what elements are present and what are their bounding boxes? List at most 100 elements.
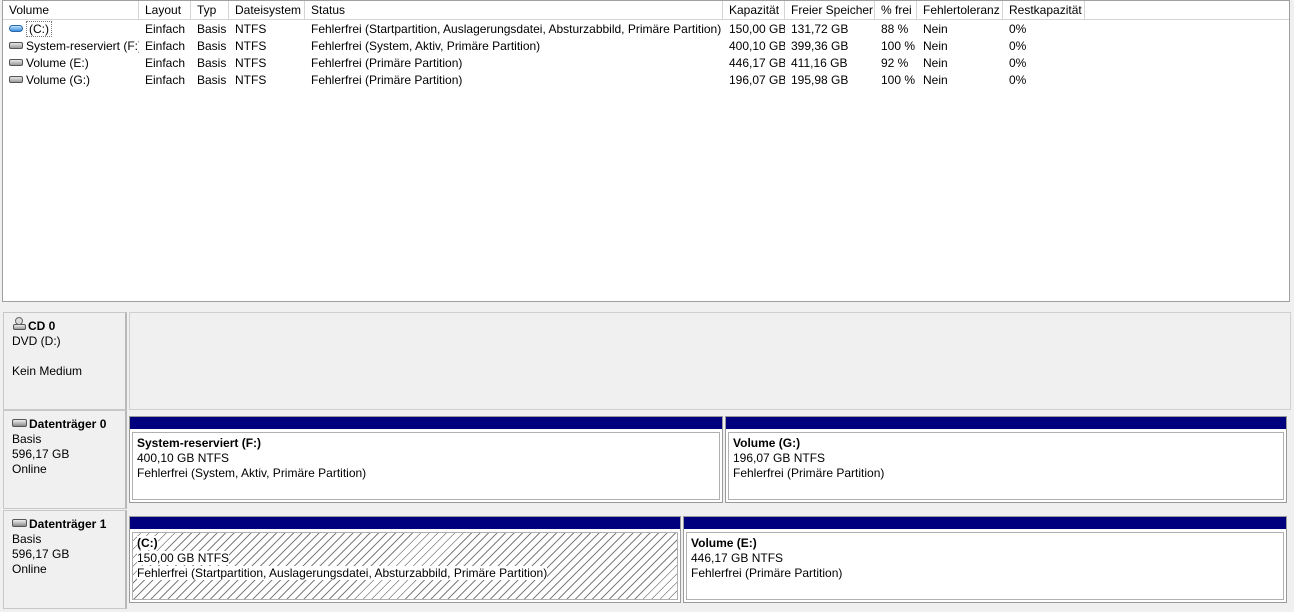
system-volume-icon [9,25,23,33]
partition-status: Fehlerfrei (Startpartition, Auslagerungs… [137,566,548,580]
cell-layout: Einfach [145,56,186,70]
column-header-row: Volume Layout Typ Dateisystem Status Kap… [3,1,1289,20]
disk-label-cd0[interactable]: CD 0 DVD (D:) Kein Medium [3,312,127,410]
cell-dateisystem: NTFS [235,73,267,87]
partition-name: (C:) [137,536,158,550]
partition-system-reserviert-f[interactable]: System-reserviert (F:) 400,10 GB NTFS Fe… [129,416,723,503]
disk-info-line: Basis [12,532,42,546]
cell-prozent-frei: 88 % [881,22,909,36]
cell-freier-speicher: 399,36 GB [791,39,849,53]
disk-info-line: 596,17 GB [12,447,70,461]
disk-icon [12,519,27,528]
partition-body: System-reserviert (F:) 400,10 GB NTFS Fe… [132,432,720,500]
column-header-fehlertoleranz[interactable]: Fehlertoleranz [917,1,1003,19]
table-row[interactable]: (C:) Einfach Basis NTFS Fehlerfrei (Star… [3,21,1289,38]
partition-size: 400,10 GB NTFS [137,451,230,465]
disk-row-cd0: CD 0 DVD (D:) Kein Medium [3,312,1291,410]
cd-drive-icon [12,317,27,332]
cell-layout: Einfach [145,73,186,87]
partition-body-selected: (C:) 150,00 GB NTFS Fehlerfrei (Startpar… [132,532,678,600]
volume-icon [9,76,23,84]
cell-typ: Basis [197,56,227,70]
column-header-kapazitaet[interactable]: Kapazität [723,1,785,19]
table-row[interactable]: Volume (G:) Einfach Basis NTFS Fehlerfre… [3,72,1289,89]
cell-typ: Basis [197,73,227,87]
cell-kapazitaet: 400,10 GB [729,39,785,53]
partition-size: 446,17 GB NTFS [691,551,784,565]
cell-status: Fehlerfrei (Primäre Partition) [311,73,463,87]
disk-info-line: Kein Medium [12,364,83,378]
disk-title: Datenträger 1 [29,517,107,531]
column-header-restkapazitaet[interactable]: Restkapazität [1003,1,1085,19]
partition-type-bar [130,417,722,429]
partition-status: Fehlerfrei (Primäre Partition) [691,566,843,580]
column-header-volume[interactable]: Volume [3,1,139,19]
cell-status: Fehlerfrei (Primäre Partition) [311,56,463,70]
disk-info-line: Basis [12,432,42,446]
table-row[interactable]: Volume (E:) Einfach Basis NTFS Fehlerfre… [3,55,1289,72]
disk-title: CD 0 [28,319,56,333]
cell-dateisystem: NTFS [235,56,267,70]
cell-dateisystem: NTFS [235,39,267,53]
volume-icon [9,42,23,50]
cell-restkapazitaet: 0% [1009,73,1027,87]
cell-status: Fehlerfrei (System, Aktiv, Primäre Parti… [311,39,541,53]
disk-label-datentraeger-0[interactable]: Datenträger 0 Basis 596,17 GB Online [3,410,127,509]
column-header-freier-speicher[interactable]: Freier Speicher [785,1,875,19]
table-row[interactable]: System-reserviert (F:) Einfach Basis NTF… [3,38,1289,55]
partition-status: Fehlerfrei (Primäre Partition) [733,466,885,480]
disk-area-cd0 [129,312,1291,410]
disk-title: Datenträger 0 [29,417,107,431]
cell-freier-speicher: 131,72 GB [791,22,849,36]
cell-volume: (C:) [3,21,139,38]
disk-info-line: 596,17 GB [12,547,70,561]
cell-kapazitaet: 446,17 GB [729,56,785,70]
cell-restkapazitaet: 0% [1009,39,1027,53]
cell-fehlertoleranz: Nein [923,73,948,87]
column-header-status[interactable]: Status [305,1,723,19]
pane-splitter[interactable] [0,302,1294,312]
cell-typ: Basis [197,39,227,53]
partition-status: Fehlerfrei (System, Aktiv, Primäre Parti… [137,466,367,480]
disk-icon [12,419,27,428]
partition-name: System-reserviert (F:) [137,436,262,450]
disk-info-line [12,349,125,364]
volume-list[interactable]: Volume Layout Typ Dateisystem Status Kap… [2,0,1290,302]
cell-freier-speicher: 195,98 GB [791,73,849,87]
cell-volume: Volume (E:) [3,55,139,72]
cell-volume: Volume (G:) [3,72,139,89]
cell-prozent-frei: 100 % [881,39,916,53]
cell-typ: Basis [197,22,227,36]
disk-info-line: DVD (D:) [12,334,61,348]
disk-info-line: Online [12,562,47,576]
partition-volume-g[interactable]: Volume (G:) 196,07 GB NTFS Fehlerfrei (P… [725,416,1287,503]
column-header-dateisystem[interactable]: Dateisystem [229,1,305,19]
cell-layout: Einfach [145,39,186,53]
partition-size: 150,00 GB NTFS [137,551,230,565]
cell-freier-speicher: 411,16 GB [791,56,848,70]
cell-dateisystem: NTFS [235,22,267,36]
partition-body: Volume (E:) 446,17 GB NTFS Fehlerfrei (P… [686,532,1284,600]
cell-restkapazitaet: 0% [1009,56,1027,70]
cell-kapazitaet: 196,07 GB [729,73,785,87]
disk-area-datentraeger-1: (C:) 150,00 GB NTFS Fehlerfrei (Startpar… [129,510,1291,609]
column-header-prozent-frei[interactable]: % frei [875,1,917,19]
partition-size: 196,07 GB NTFS [733,451,826,465]
partition-volume-e[interactable]: Volume (E:) 446,17 GB NTFS Fehlerfrei (P… [683,516,1287,603]
cell-restkapazitaet: 0% [1009,22,1027,36]
cell-layout: Einfach [145,22,186,36]
disk-info-line: Online [12,462,47,476]
volume-icon [9,59,23,67]
partition-c[interactable]: (C:) 150,00 GB NTFS Fehlerfrei (Startpar… [129,516,681,603]
cell-fehlertoleranz: Nein [923,22,948,36]
column-header-typ[interactable]: Typ [191,1,229,19]
disk-label-datentraeger-1[interactable]: Datenträger 1 Basis 596,17 GB Online [3,510,127,609]
disk-row-datentraeger-1: Datenträger 1 Basis 596,17 GB Online (C:… [3,510,1291,609]
partition-body: Volume (G:) 196,07 GB NTFS Fehlerfrei (P… [728,432,1284,500]
column-header-layout[interactable]: Layout [139,1,191,19]
partition-type-bar [130,517,680,529]
partition-name: Volume (G:) [733,436,801,450]
disk-row-datentraeger-0: Datenträger 0 Basis 596,17 GB Online Sys… [3,410,1291,509]
partition-name: Volume (E:) [691,536,757,550]
cell-prozent-frei: 100 % [881,73,916,87]
